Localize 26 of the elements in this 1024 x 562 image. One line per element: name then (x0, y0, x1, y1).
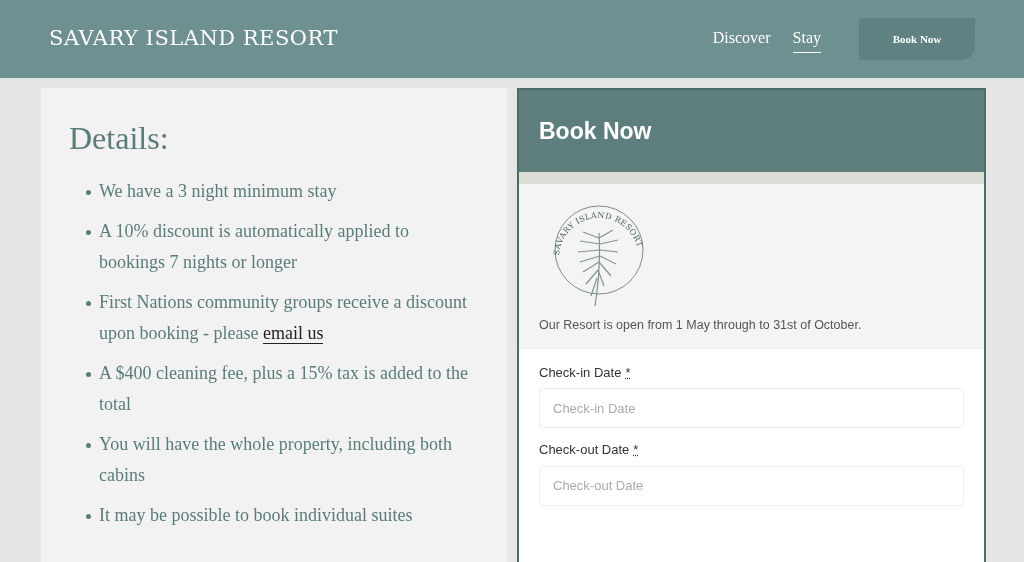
required-mark: * (633, 441, 639, 460)
bullet-icon (86, 190, 91, 195)
bullet-icon (86, 230, 91, 235)
detail-text: A 10% discount is automatically applied to bookings 7 nights or longer (99, 220, 410, 274)
date-input[interactable]: Check-out Date (539, 465, 964, 506)
bullet-icon (86, 514, 91, 519)
bullet-icon (86, 301, 91, 306)
detail-text: A $400 cleaning fee, plus a 15% tax is added to the total (99, 362, 469, 416)
nav-link[interactable]: Stay (792, 25, 821, 53)
bullet-icon (86, 372, 91, 377)
brand-logo[interactable]: SAVARY ISLAND RESORT (49, 23, 338, 55)
date-input[interactable]: Check-in Date (539, 388, 964, 429)
opening-notice: Our Resort is open from 1 May through to 31st of October. (539, 317, 863, 334)
detail-text: It may be possible to book individual suites (99, 504, 413, 527)
booking-title: Book Now (539, 116, 652, 146)
field-label: Check-out Date (539, 441, 630, 460)
bullet-icon (86, 443, 91, 448)
field-label: Check-in Date (539, 363, 622, 382)
detail-text: We have a 3 night minimum stay (99, 180, 337, 203)
email-link[interactable]: email us (262, 323, 324, 344)
required-mark: * (625, 363, 631, 382)
nav-link[interactable]: Discover (712, 25, 771, 53)
detail-text: First Nations community groups receive a discount upon booking - please email us (99, 291, 468, 346)
details-heading: Details: (69, 119, 170, 158)
detail-text: You will have the whole property, including both cabins (99, 433, 453, 487)
book-now-button[interactable]: Book Now (859, 18, 975, 60)
